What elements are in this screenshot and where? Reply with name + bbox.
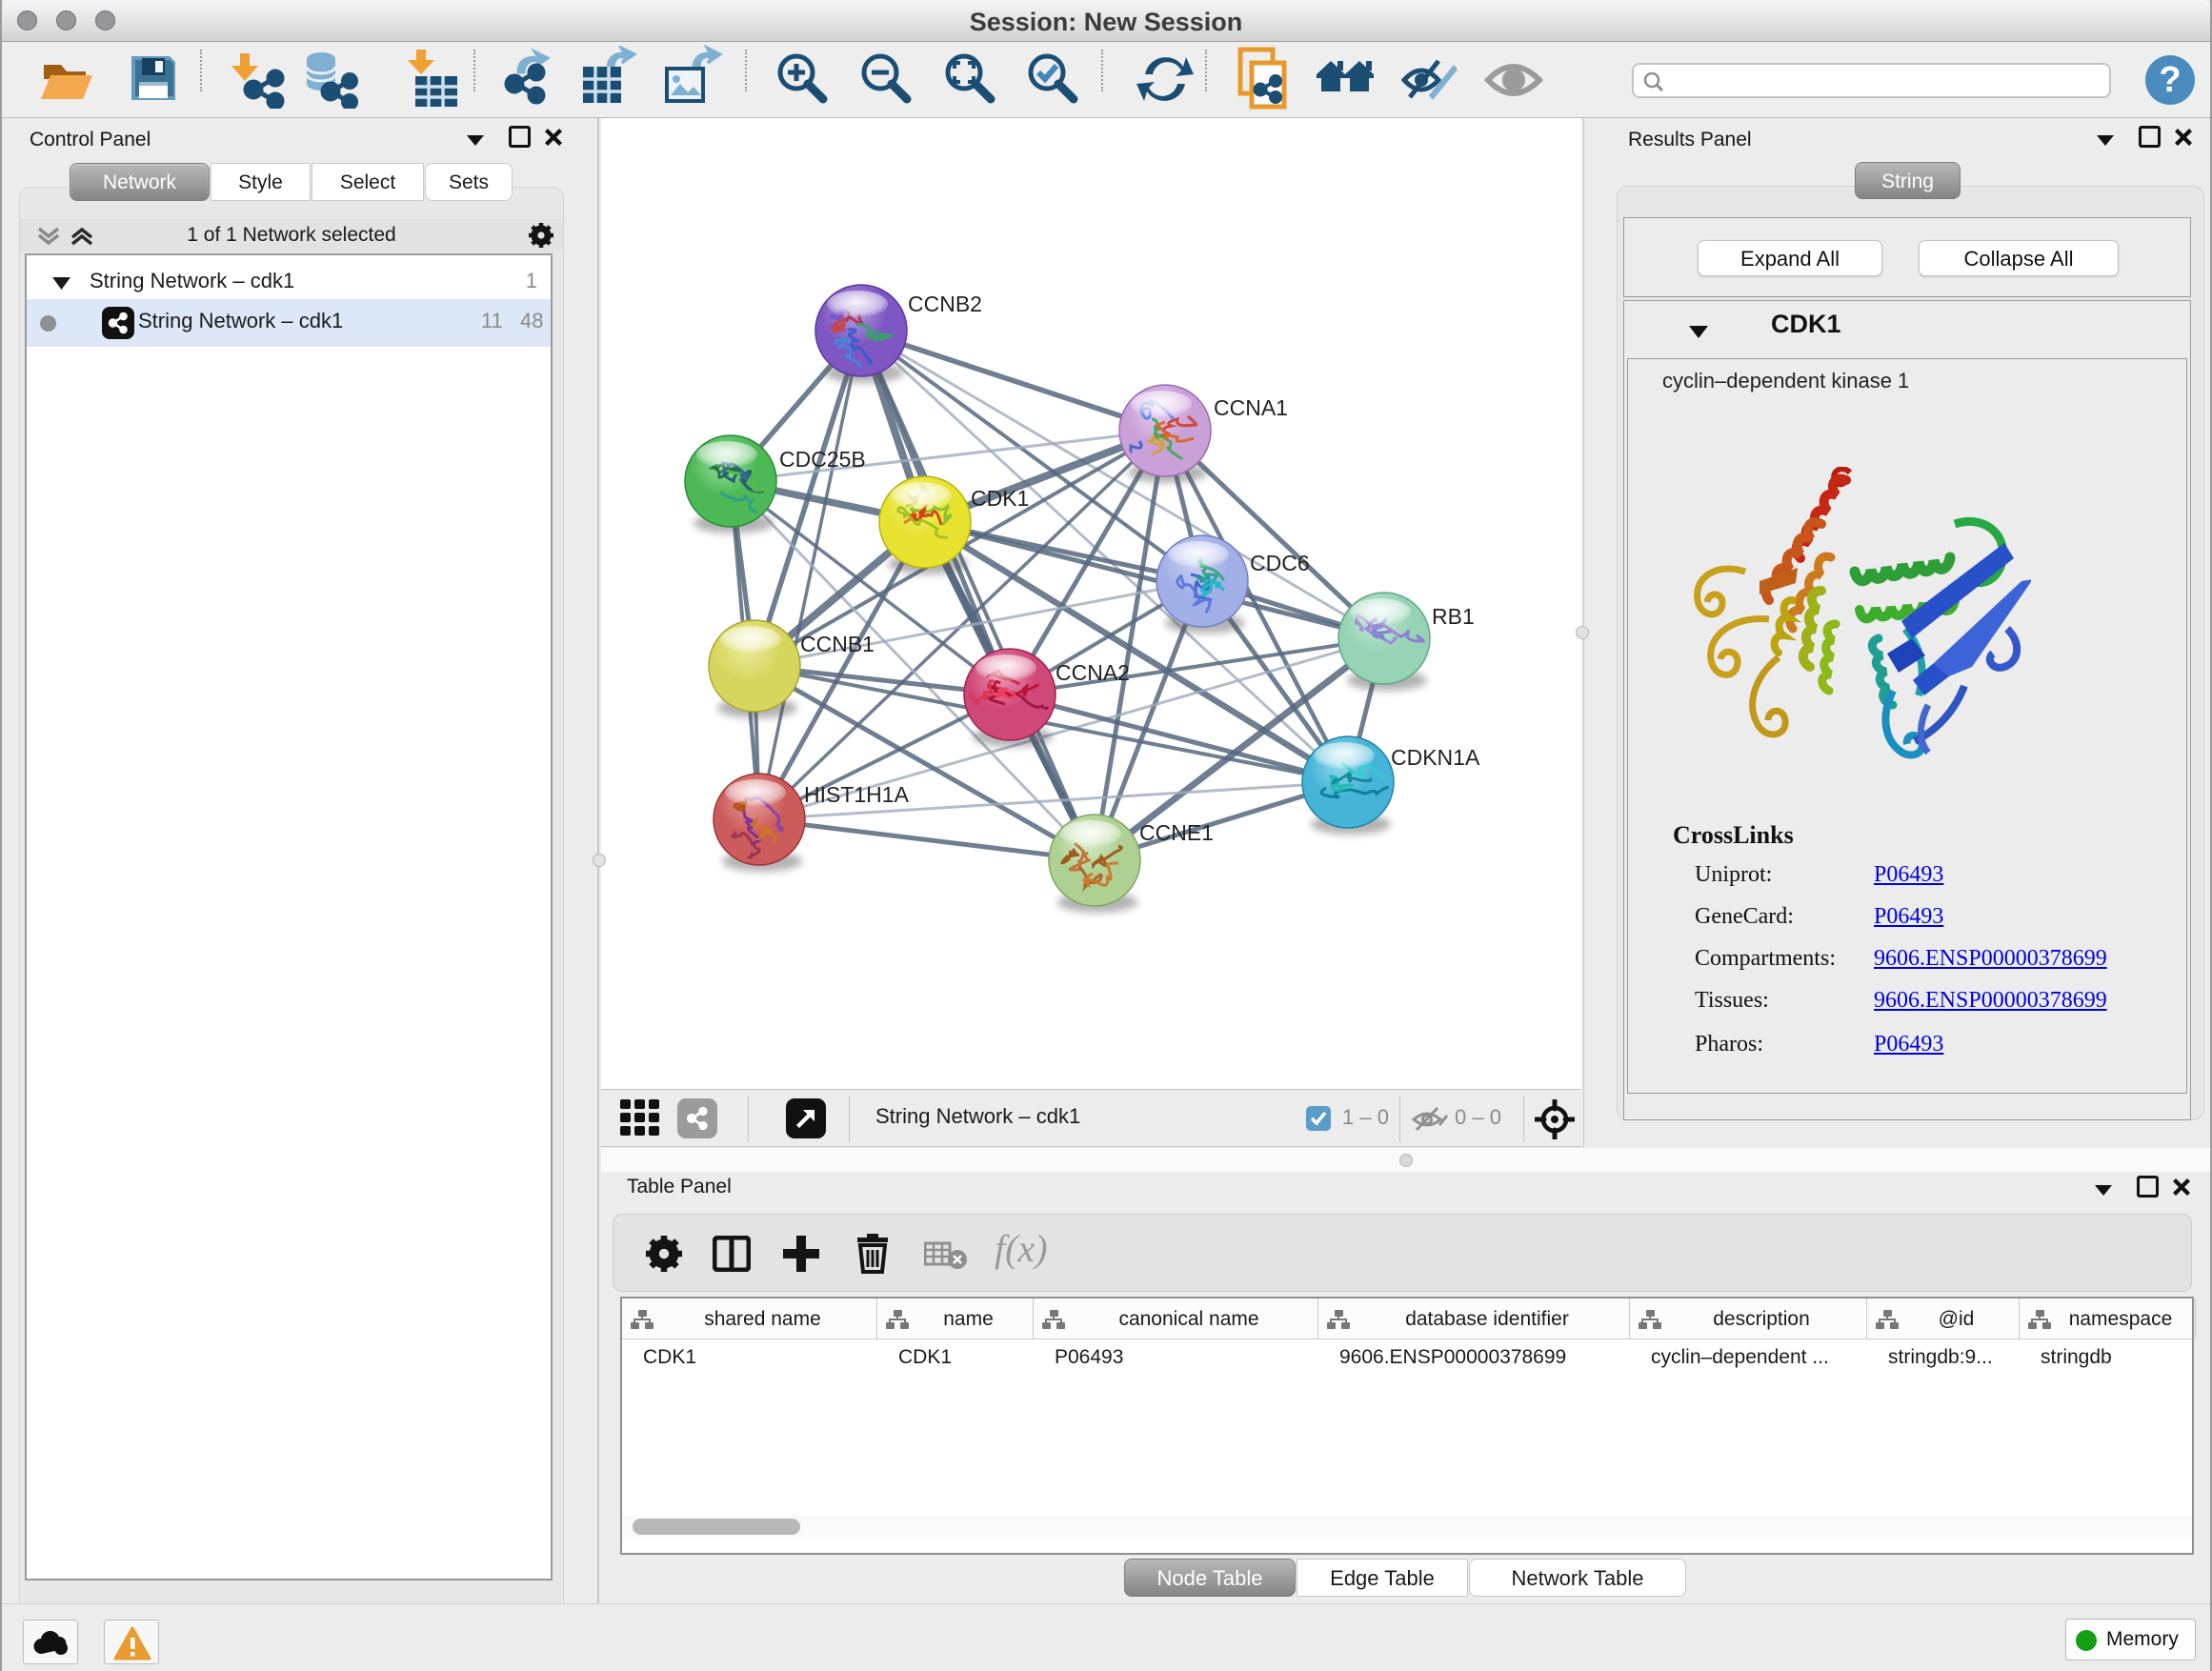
svg-text:CCNB2: CCNB2 [908, 292, 982, 316]
svg-text:CCNE1: CCNE1 [1139, 820, 1214, 845]
svg-text:CDC25B: CDC25B [779, 447, 866, 472]
svg-text:CCNA2: CCNA2 [1056, 660, 1130, 685]
svg-text:CDKN1A: CDKN1A [1391, 745, 1480, 770]
svg-text:RB1: RB1 [1432, 604, 1475, 629]
svg-text:HIST1H1A: HIST1H1A [804, 782, 910, 807]
svg-text:CDK1: CDK1 [971, 486, 1029, 511]
svg-text:CCNB1: CCNB1 [800, 632, 875, 656]
svg-text:CDC6: CDC6 [1250, 551, 1310, 575]
svg-text:CCNA1: CCNA1 [1214, 395, 1288, 420]
